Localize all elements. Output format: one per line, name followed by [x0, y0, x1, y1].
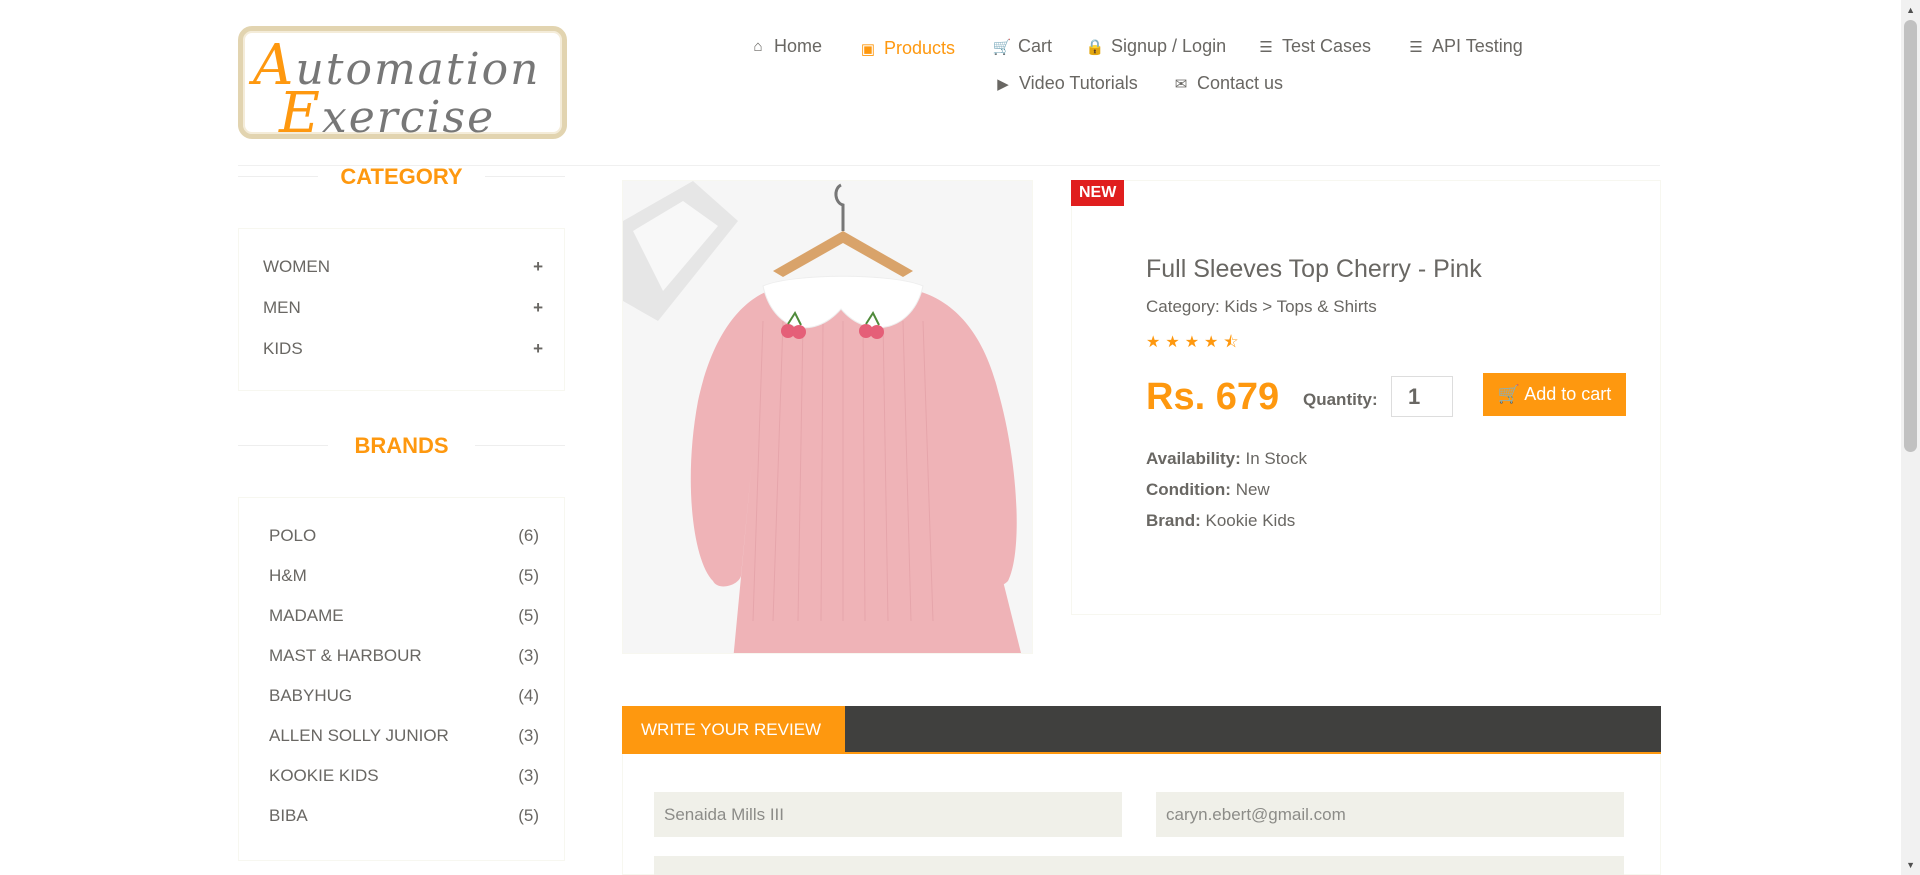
product-category: Category: Kids > Tops & Shirts: [1146, 297, 1377, 316]
brand-mast-harbour[interactable]: MAST & HARBOUR (3): [269, 646, 539, 666]
plus-icon[interactable]: +: [533, 257, 543, 277]
brands-panel: POLO (6) H&M (5) MADAME (5) MAST & HARBOUR(…: [238, 497, 565, 861]
brand-babyhug[interactable]: BABYHUG (4): [269, 686, 539, 706]
nav-signup-login[interactable]: 🔒 Signup / Login: [1085, 36, 1226, 57]
nav-video-tutorials[interactable]: ▶ Video Tutorials: [993, 73, 1138, 94]
plus-icon[interactable]: +: [533, 339, 543, 359]
review-name-input[interactable]: Senaida Mills III: [654, 792, 1122, 837]
category-men[interactable]: MEN +: [263, 298, 543, 318]
category-women[interactable]: WOMEN +: [263, 257, 543, 277]
brand-madame[interactable]: MADAME (5): [269, 606, 539, 626]
nav-home[interactable]: ⌂ Home: [748, 36, 822, 57]
product-title: Full Sleeves Top Cherry - Pink: [1146, 255, 1482, 283]
scroll-up-icon[interactable]: ▲: [1906, 5, 1915, 15]
page-scrollbar[interactable]: ▲ ▼: [1901, 0, 1920, 875]
brand-allen-solly-junior[interactable]: ALLEN SOLLY JUNIOR (3): [269, 726, 539, 746]
brand-polo[interactable]: POLO (6): [269, 526, 539, 546]
brand-kookie-kids[interactable]: KOOKIE KIDS (3): [269, 766, 539, 786]
review-email-input[interactable]: caryn.ebert@gmail.com: [1156, 792, 1624, 837]
nav-contact-us[interactable]: ✉ Contact us: [1171, 73, 1283, 94]
product-image: [622, 180, 1033, 654]
star-icon: ★: [1204, 334, 1224, 351]
brands-heading: BRANDS: [238, 433, 565, 459]
quantity-label: Quantity:: [1303, 390, 1378, 409]
list-icon: ☰: [1259, 38, 1273, 56]
new-badge: NEW: [1071, 180, 1125, 206]
products-icon: ▣: [860, 40, 876, 58]
youtube-icon: ▶: [997, 75, 1009, 93]
cart-icon: 🛒: [992, 38, 1012, 56]
availability: Availability: In Stock: [1146, 449, 1307, 468]
nav-cart[interactable]: 🛒 Cart: [992, 36, 1052, 57]
category-panel: WOMEN + MEN + KIDS +: [238, 228, 565, 391]
envelope-icon: ✉: [1174, 75, 1188, 93]
star-icon: ★: [1184, 334, 1205, 351]
nav-test-cases[interactable]: ☰ Test Cases: [1256, 36, 1371, 57]
tab-write-review[interactable]: WRITE YOUR REVIEW: [622, 706, 845, 754]
logo-line-2: Exercise: [279, 81, 496, 146]
brand-biba[interactable]: BIBA (5): [269, 806, 539, 826]
star-icon: ★: [1146, 334, 1166, 351]
add-to-cart-button[interactable]: 🛒 Add to cart: [1483, 373, 1626, 416]
review-text-area[interactable]: [654, 856, 1624, 875]
site-logo[interactable]: Automation Exercise: [238, 26, 567, 146]
half-star-icon: ⯪: [1223, 334, 1244, 351]
category-heading: CATEGORY: [238, 164, 565, 190]
condition: Condition: New: [1146, 480, 1270, 499]
nav-api-testing[interactable]: ☰ API Testing: [1406, 36, 1522, 57]
pink-top-illustration: [623, 181, 1032, 653]
scroll-down-icon[interactable]: ▼: [1906, 860, 1915, 870]
list-icon: ☰: [1409, 38, 1423, 56]
star-icon: ★: [1165, 334, 1185, 351]
cart-icon: 🛒: [1497, 384, 1521, 404]
nav-products[interactable]: ▣ Products: [858, 38, 955, 59]
lock-icon: 🔒: [1085, 38, 1105, 56]
brand-hm[interactable]: H&M (5): [269, 566, 539, 586]
quantity-input[interactable]: 1: [1391, 376, 1453, 417]
category-kids[interactable]: KIDS +: [263, 339, 543, 359]
home-icon: ⌂: [753, 38, 763, 55]
plus-icon[interactable]: +: [533, 298, 543, 318]
scrollbar-thumb[interactable]: [1904, 20, 1917, 452]
product-price: Rs. 679: [1146, 376, 1280, 418]
brand: Brand: Kookie Kids: [1146, 511, 1296, 530]
rating-stars: ★★★★⯪: [1146, 331, 1244, 358]
